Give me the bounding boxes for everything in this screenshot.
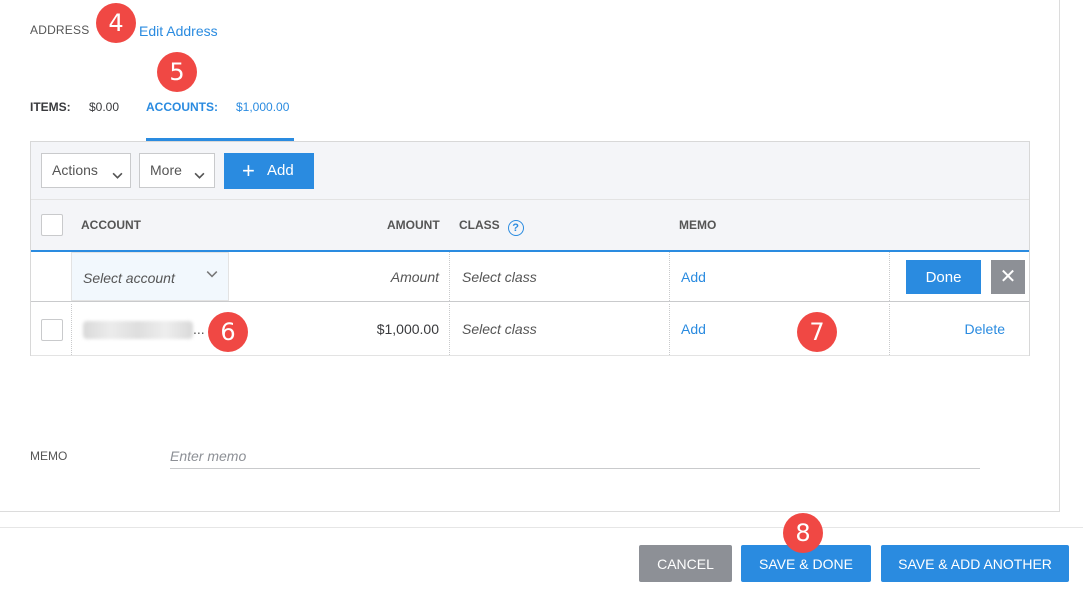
account-placeholder: Select account xyxy=(83,270,175,286)
close-icon[interactable]: ✕ xyxy=(991,260,1025,294)
class-placeholder: Select class xyxy=(462,269,537,285)
row-class[interactable]: Select class xyxy=(449,304,669,355)
step-badge-5: 5 xyxy=(157,52,197,92)
grid-header-row: ACCOUNT AMOUNT CLASS? MEMO xyxy=(31,200,1029,250)
accounts-tab-label[interactable]: ACCOUNTS: xyxy=(146,100,218,114)
add-label: Add xyxy=(267,162,294,179)
editing-row: Select account Amount Select class Add D… xyxy=(31,250,1029,302)
account-ellipsis: ... xyxy=(193,321,205,337)
column-divider xyxy=(71,304,72,355)
step-badge-4: 4 xyxy=(96,3,136,43)
memo-input[interactable] xyxy=(170,443,980,469)
save-and-add-another-button[interactable]: SAVE & ADD ANOTHER xyxy=(881,545,1069,582)
account-lines-grid: Actions More + Add ACCOUNT AMOUNT CLASS … xyxy=(30,141,1030,356)
row-memo-cell: Add xyxy=(669,304,889,355)
actions-dropdown[interactable]: Actions xyxy=(41,153,131,188)
memo-label: MEMO xyxy=(30,449,68,463)
class-select[interactable]: Select class xyxy=(449,252,669,301)
form-panel: ADDRESS Edit Address 4 5 ITEMS: $0.00 AC… xyxy=(0,0,1060,512)
column-header-account: ACCOUNT xyxy=(81,218,141,232)
more-label: More xyxy=(150,162,182,178)
more-dropdown[interactable]: More xyxy=(139,153,215,188)
help-icon[interactable]: ? xyxy=(507,220,524,236)
row-checkbox[interactable] xyxy=(41,319,63,341)
column-header-class: CLASS? xyxy=(459,218,524,236)
step-badge-6: 6 xyxy=(208,312,248,352)
memo-add-link[interactable]: Add xyxy=(681,269,706,285)
class-header-label: CLASS xyxy=(459,218,500,232)
chevron-down-icon xyxy=(112,162,123,195)
column-divider xyxy=(889,252,890,301)
grid-toolbar: Actions More + Add xyxy=(31,142,1029,200)
table-row: ... $1,000.00 Select class Add Delete xyxy=(31,304,1029,356)
chevron-down-icon xyxy=(206,267,218,283)
row-actions-cell: Delete xyxy=(889,304,1029,355)
select-all-checkbox[interactable] xyxy=(41,214,63,236)
memo-cell: Add xyxy=(669,252,889,301)
delete-row-link[interactable]: Delete xyxy=(965,321,1005,337)
chevron-down-icon xyxy=(194,162,205,195)
edit-address-link[interactable]: Edit Address xyxy=(139,23,218,39)
cancel-button[interactable]: CANCEL xyxy=(639,545,732,582)
plus-icon: + xyxy=(242,158,255,183)
items-tab-label[interactable]: ITEMS: xyxy=(30,100,71,114)
step-badge-7: 7 xyxy=(797,312,837,352)
account-select[interactable]: Select account xyxy=(71,252,229,301)
amount-placeholder: Amount xyxy=(390,269,439,285)
actions-label: Actions xyxy=(52,162,98,178)
done-button[interactable]: Done xyxy=(906,260,981,294)
amount-field[interactable]: Amount xyxy=(229,252,449,301)
row-amount: $1,000.00 xyxy=(376,321,439,337)
column-header-memo: MEMO xyxy=(679,218,717,232)
footer-bar: CANCEL SAVE & DONE SAVE & ADD ANOTHER xyxy=(0,527,1083,597)
row-class-placeholder: Select class xyxy=(462,321,537,337)
row-memo-add-link[interactable]: Add xyxy=(681,321,706,337)
items-total: $0.00 xyxy=(89,100,120,114)
accounts-total: $1,000.00 xyxy=(236,100,290,114)
redacted-account-name xyxy=(83,321,193,339)
column-header-amount: AMOUNT xyxy=(387,218,440,232)
add-line-button[interactable]: + Add xyxy=(224,153,314,189)
step-badge-8: 8 xyxy=(783,513,823,553)
address-label: ADDRESS xyxy=(30,23,90,37)
